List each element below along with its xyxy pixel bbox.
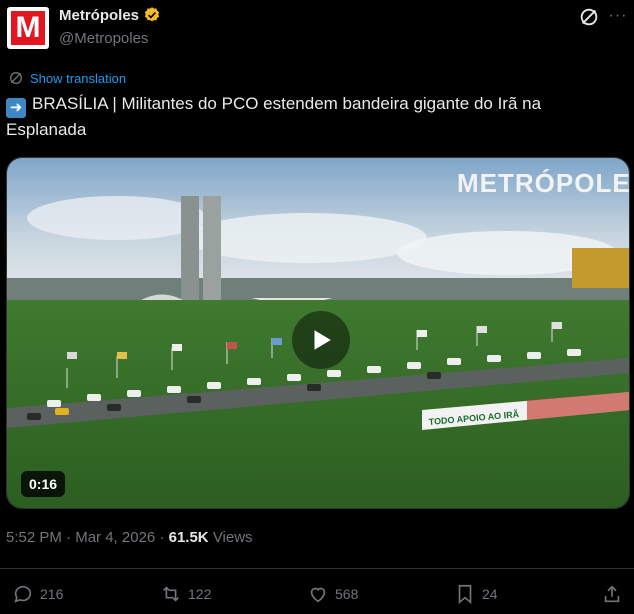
tweet-metadata: 5:52 PM · Mar 4, 2026 · 61.5K Views <box>6 529 253 546</box>
views-label: Views <box>212 529 253 546</box>
show-translation-link[interactable]: Show translation <box>8 70 126 86</box>
show-translation-label: Show translation <box>30 70 127 86</box>
handle[interactable]: @Metropoles <box>59 30 148 47</box>
tweet-body: BRASÍLIA | Militantes do PCO estendem ba… <box>6 94 542 139</box>
share-button[interactable] <box>601 583 629 605</box>
arrow-right-icon: ➜ <box>6 98 26 118</box>
tweet-time[interactable]: 5:52 PM <box>6 529 62 546</box>
avatar[interactable]: M <box>7 7 49 49</box>
repost-icon <box>163 586 179 602</box>
video-player[interactable]: TODO APOIO AO IRÃ METRÓPOLES 0:16 <box>6 157 630 509</box>
tweet-text: ➜ BRASÍLIA | Militantes do PCO estendem b… <box>6 92 616 142</box>
divider <box>0 568 634 569</box>
reply-count: 216 <box>40 586 64 602</box>
metropoles-watermark: METRÓPOLES <box>457 168 630 198</box>
translate-icon <box>10 72 22 84</box>
reply-button[interactable]: 216 <box>12 583 63 605</box>
like-count: 568 <box>335 586 359 602</box>
action-bar: 216 122 568 24 <box>0 583 634 609</box>
bookmark-button[interactable]: 24 <box>454 583 498 605</box>
repost-button[interactable]: 122 <box>160 583 211 605</box>
heart-icon <box>310 587 326 603</box>
grok-icon[interactable] <box>578 6 600 28</box>
author-name-row: Metrópoles <box>59 6 161 24</box>
bookmark-icon <box>458 584 472 605</box>
video-duration: 0:16 <box>21 471 66 497</box>
reply-icon <box>14 585 32 603</box>
more-options-icon[interactable]: ··· <box>607 4 629 28</box>
like-button[interactable]: 568 <box>307 583 358 605</box>
play-icon <box>314 330 331 350</box>
meta-separator-2: · <box>159 529 165 546</box>
avatar-logo: M <box>11 11 45 45</box>
views-count: 61.5K <box>168 529 209 546</box>
meta-separator: · <box>66 529 72 546</box>
play-button[interactable] <box>292 311 350 369</box>
tweet-date[interactable]: Mar 4, 2026 <box>75 529 155 546</box>
verified-badge-icon[interactable] <box>143 6 161 24</box>
display-name[interactable]: Metrópoles <box>59 7 139 24</box>
repost-count: 122 <box>188 586 212 602</box>
share-icon <box>604 585 620 603</box>
bookmark-count: 24 <box>482 586 498 602</box>
